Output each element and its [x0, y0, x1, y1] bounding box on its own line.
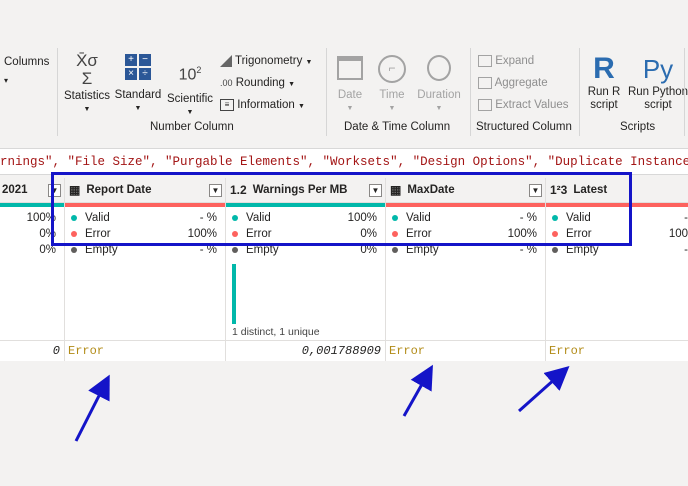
annotation-arrow	[74, 374, 110, 442]
annotation-arrow	[402, 364, 433, 417]
annotation-arrow	[518, 366, 570, 413]
annotation-arrows	[74, 364, 570, 442]
